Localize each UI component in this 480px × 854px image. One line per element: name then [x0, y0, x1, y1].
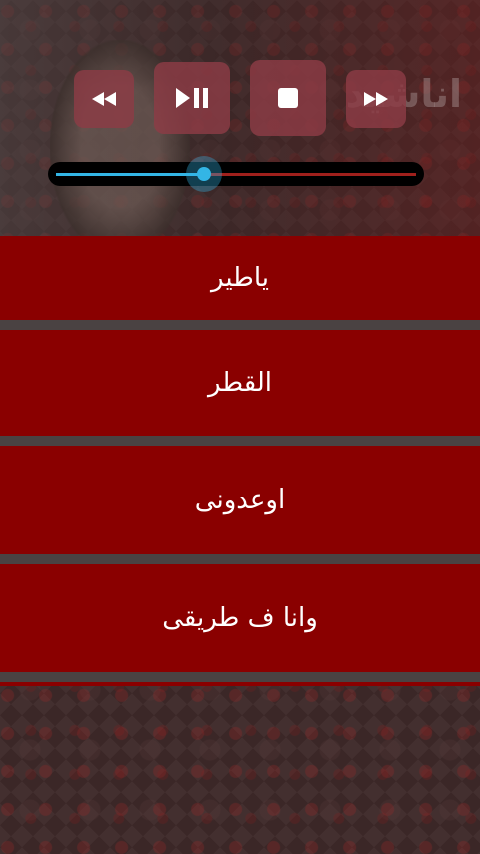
track-item-4[interactable]: وانا ف طريقى	[0, 564, 480, 672]
fast-forward-icon	[364, 92, 388, 106]
track-item-3[interactable]: اوعدونى	[0, 446, 480, 554]
seek-progress	[56, 173, 204, 176]
play-pause-button[interactable]	[154, 62, 230, 134]
rewind-button[interactable]	[74, 70, 134, 128]
seek-thumb[interactable]	[185, 156, 222, 192]
track-item-partial	[0, 682, 480, 686]
header-artwork: اناشيد	[0, 0, 480, 236]
stop-button[interactable]	[250, 60, 326, 136]
fast-forward-button[interactable]	[346, 70, 406, 128]
play-pause-icon	[176, 88, 208, 108]
track-item-1[interactable]: ياطير	[0, 236, 480, 320]
divider	[0, 436, 480, 446]
rewind-icon	[92, 92, 116, 106]
divider	[0, 320, 480, 330]
stop-icon	[278, 88, 298, 108]
track-item-2[interactable]: القطر	[0, 330, 480, 436]
divider	[0, 672, 480, 682]
seek-bar[interactable]	[48, 156, 424, 192]
divider	[0, 554, 480, 564]
